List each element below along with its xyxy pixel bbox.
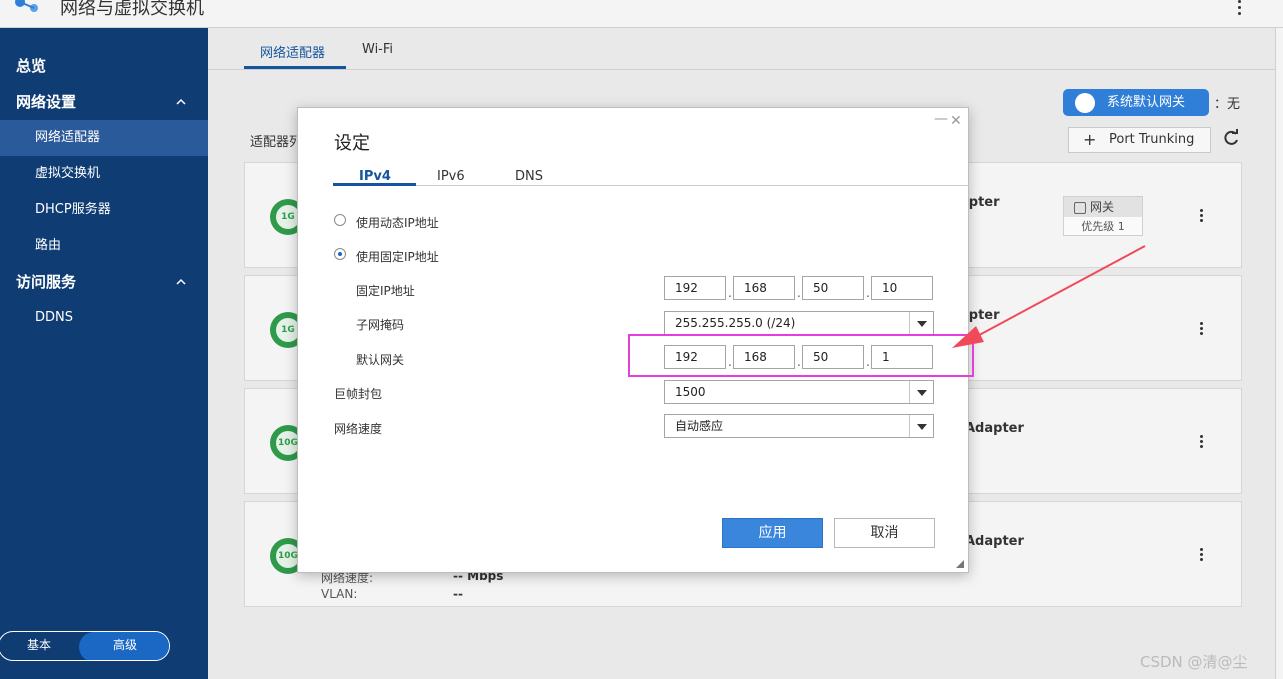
tab-ipv6[interactable]: IPv6 — [437, 169, 465, 184]
dynamic-ip-radio[interactable] — [334, 214, 346, 226]
adapter-more-icon[interactable] — [1195, 548, 1207, 566]
ip-separator: . — [728, 286, 732, 300]
fixed-ip-octet-4[interactable]: 10 — [871, 276, 933, 300]
default-gateway-label: 默认网关 — [356, 353, 405, 367]
highlight-box — [628, 334, 974, 377]
chevron-up-icon — [176, 98, 186, 105]
fixed-ip-octet-1[interactable]: 192 — [664, 276, 726, 300]
more-options-icon[interactable] — [1232, 0, 1246, 20]
plus-icon: + — [1083, 130, 1097, 149]
dropdown-arrow-icon — [909, 381, 933, 403]
ip-separator: . — [866, 286, 870, 300]
sidebar-item-dhcp-server[interactable]: DHCP服务器 — [0, 192, 208, 228]
adapter-list-title: 适配器列 — [250, 135, 303, 150]
annotation-arrow-icon — [952, 245, 1146, 348]
tab-ipv4[interactable]: IPv4 — [359, 169, 391, 184]
subnet-mask-label: 子网掩码 — [356, 318, 405, 332]
sidebar: 总览 网络设置 网络适配器 虚拟交换机 DHCP服务器 路由 访问服务 DDNS… — [0, 28, 208, 679]
mode-advanced-button[interactable]: 高级 — [79, 632, 169, 660]
gateway-icon — [1075, 93, 1095, 113]
mode-toggle[interactable]: 基本 高级 — [0, 631, 170, 661]
dialog-tabs: IPv4 IPv6 DNS — [333, 166, 969, 186]
dynamic-ip-label: 使用动态IP地址 — [356, 216, 439, 230]
dialog-title: 设定 — [334, 133, 370, 154]
fixed-ip-input-group: 192 . 168 . 50 . 10 — [664, 276, 934, 300]
fixed-ip-label: 固定IP地址 — [356, 284, 415, 298]
default-gateway-button[interactable]: 系统默认网关 — [1063, 89, 1209, 116]
app-title: 网络与虚拟交换机 — [60, 0, 204, 19]
sidebar-item-access-services[interactable]: 访问服务 — [0, 264, 208, 300]
adapter-name: Adapter — [965, 534, 1024, 549]
app-header: 网络与虚拟交换机 — [0, 0, 1283, 28]
refresh-icon[interactable] — [1221, 128, 1241, 148]
network-speed-label: 网络速度 — [334, 422, 383, 436]
network-speed-select[interactable]: 自动感应 — [664, 414, 934, 438]
subnet-mask-select[interactable]: 255.255.255.0 (/24) — [664, 311, 934, 335]
dropdown-arrow-icon — [909, 415, 933, 437]
adapter-more-icon[interactable] — [1195, 209, 1207, 227]
sidebar-item-network-settings[interactable]: 网络设置 — [0, 84, 208, 120]
sidebar-item-routing[interactable]: 路由 — [0, 228, 208, 264]
resize-grip-icon[interactable] — [954, 558, 964, 568]
ip-separator: . — [797, 286, 801, 300]
tab-underline — [244, 66, 346, 69]
tab-underline — [333, 183, 416, 186]
minimize-icon[interactable]: — — [934, 111, 948, 127]
tab-network-adapter[interactable]: 网络适配器 — [260, 42, 325, 61]
adapter-more-icon[interactable] — [1195, 435, 1207, 453]
network-logo-icon — [15, 0, 38, 12]
main-tabs: 网络适配器 Wi-Fi — [208, 28, 1283, 70]
gateway-chip: 网关 优先级 1 — [1063, 196, 1143, 236]
gateway-chip-priority: 优先级 1 — [1081, 220, 1125, 233]
vlan-value: -- — [453, 587, 463, 601]
sidebar-item-virtual-switch[interactable]: 虚拟交换机 — [0, 156, 208, 192]
adapter-name: Adapter — [965, 421, 1024, 436]
mode-basic-button[interactable]: 基本 — [0, 632, 79, 660]
sidebar-item-network-adapter[interactable]: 网络适配器 — [0, 120, 208, 156]
close-icon[interactable]: ✕ — [950, 113, 962, 129]
sidebar-item-ddns[interactable]: DDNS — [0, 300, 208, 336]
apply-button[interactable]: 应用 — [722, 518, 823, 548]
chevron-up-icon — [176, 278, 186, 285]
cancel-button[interactable]: 取消 — [834, 518, 935, 548]
tab-dns[interactable]: DNS — [515, 169, 543, 184]
gateway-chip-label: 网关 — [1064, 197, 1142, 217]
static-ip-radio[interactable] — [334, 248, 346, 260]
port-trunking-button[interactable]: + Port Trunking — [1068, 127, 1211, 153]
adapter-more-icon[interactable] — [1195, 322, 1207, 340]
fixed-ip-octet-2[interactable]: 168 — [733, 276, 795, 300]
vlan-label: VLAN: — [321, 587, 358, 601]
watermark: CSDN @清@尘 — [1140, 653, 1248, 671]
jumbo-frame-select[interactable]: 1500 — [664, 380, 934, 404]
fixed-ip-octet-3[interactable]: 50 — [802, 276, 864, 300]
scrollbar[interactable] — [1275, 28, 1283, 679]
sidebar-item-overview[interactable]: 总览 — [0, 48, 208, 84]
tab-wifi[interactable]: Wi-Fi — [362, 42, 393, 57]
jumbo-frame-label: 巨帧封包 — [334, 387, 383, 401]
dropdown-arrow-icon — [909, 312, 933, 334]
static-ip-label: 使用固定IP地址 — [356, 250, 439, 264]
default-gateway-value: ：无 — [1214, 97, 1241, 112]
